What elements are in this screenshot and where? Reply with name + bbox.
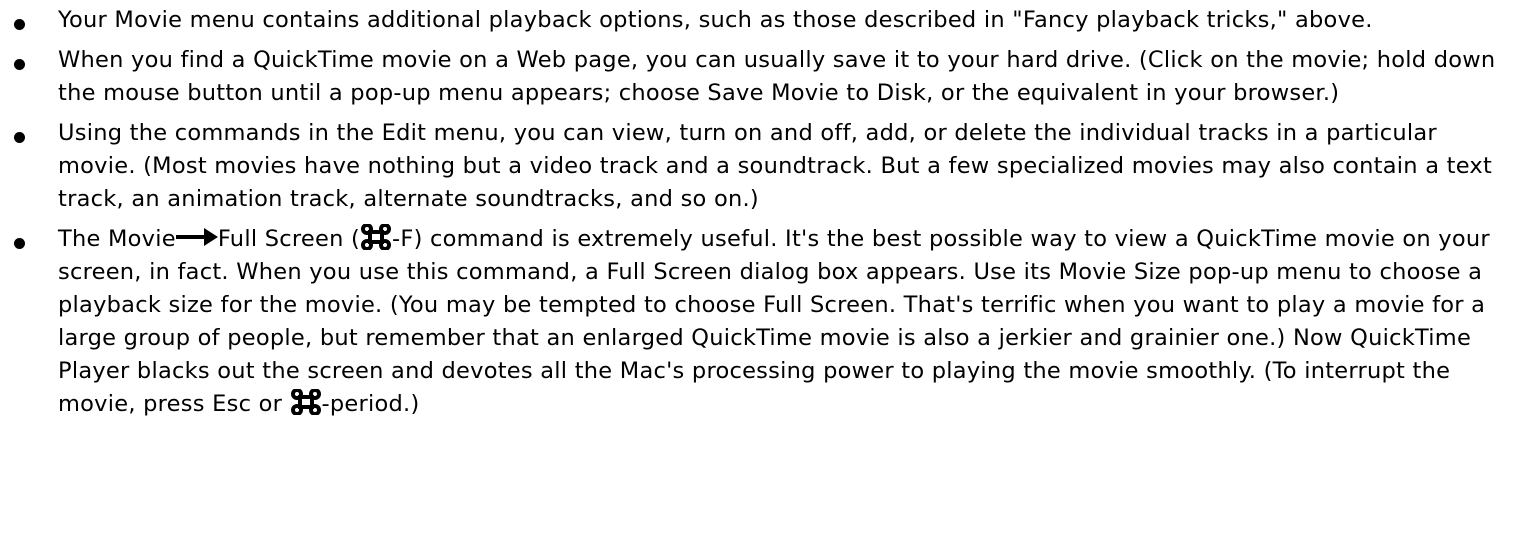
bullet-icon: [14, 19, 25, 30]
right-arrow-icon: [175, 228, 218, 246]
document-body: Your Movie menu contains additional play…: [0, 0, 1524, 421]
list-item-text: When you find a QuickTime movie on a Web…: [58, 47, 1496, 106]
list-item: When you find a QuickTime movie on a Web…: [0, 44, 1524, 110]
list-item-text-part: -period.): [321, 391, 420, 417]
bullet-icon: [14, 132, 25, 143]
list-item-text: Your Movie menu contains additional play…: [58, 7, 1373, 33]
list-item-text-part: Full Screen (: [217, 226, 361, 252]
list-item: The Movie Full Screen (-F) command is ext…: [0, 223, 1524, 421]
list-item: Using the commands in the Edit menu, you…: [0, 117, 1524, 216]
list-item-text-part: The Movie: [58, 226, 176, 252]
bullet-icon: [14, 59, 25, 70]
bullet-list: Your Movie menu contains additional play…: [0, 4, 1524, 421]
bullet-icon: [14, 238, 25, 249]
list-item-text: Using the commands in the Edit menu, you…: [58, 120, 1493, 212]
list-item-text-part: -F) command is extremely useful. It's th…: [58, 226, 1490, 417]
command-key-icon: [290, 389, 321, 415]
list-item: Your Movie menu contains additional play…: [0, 4, 1524, 37]
command-key-icon: [361, 224, 392, 250]
